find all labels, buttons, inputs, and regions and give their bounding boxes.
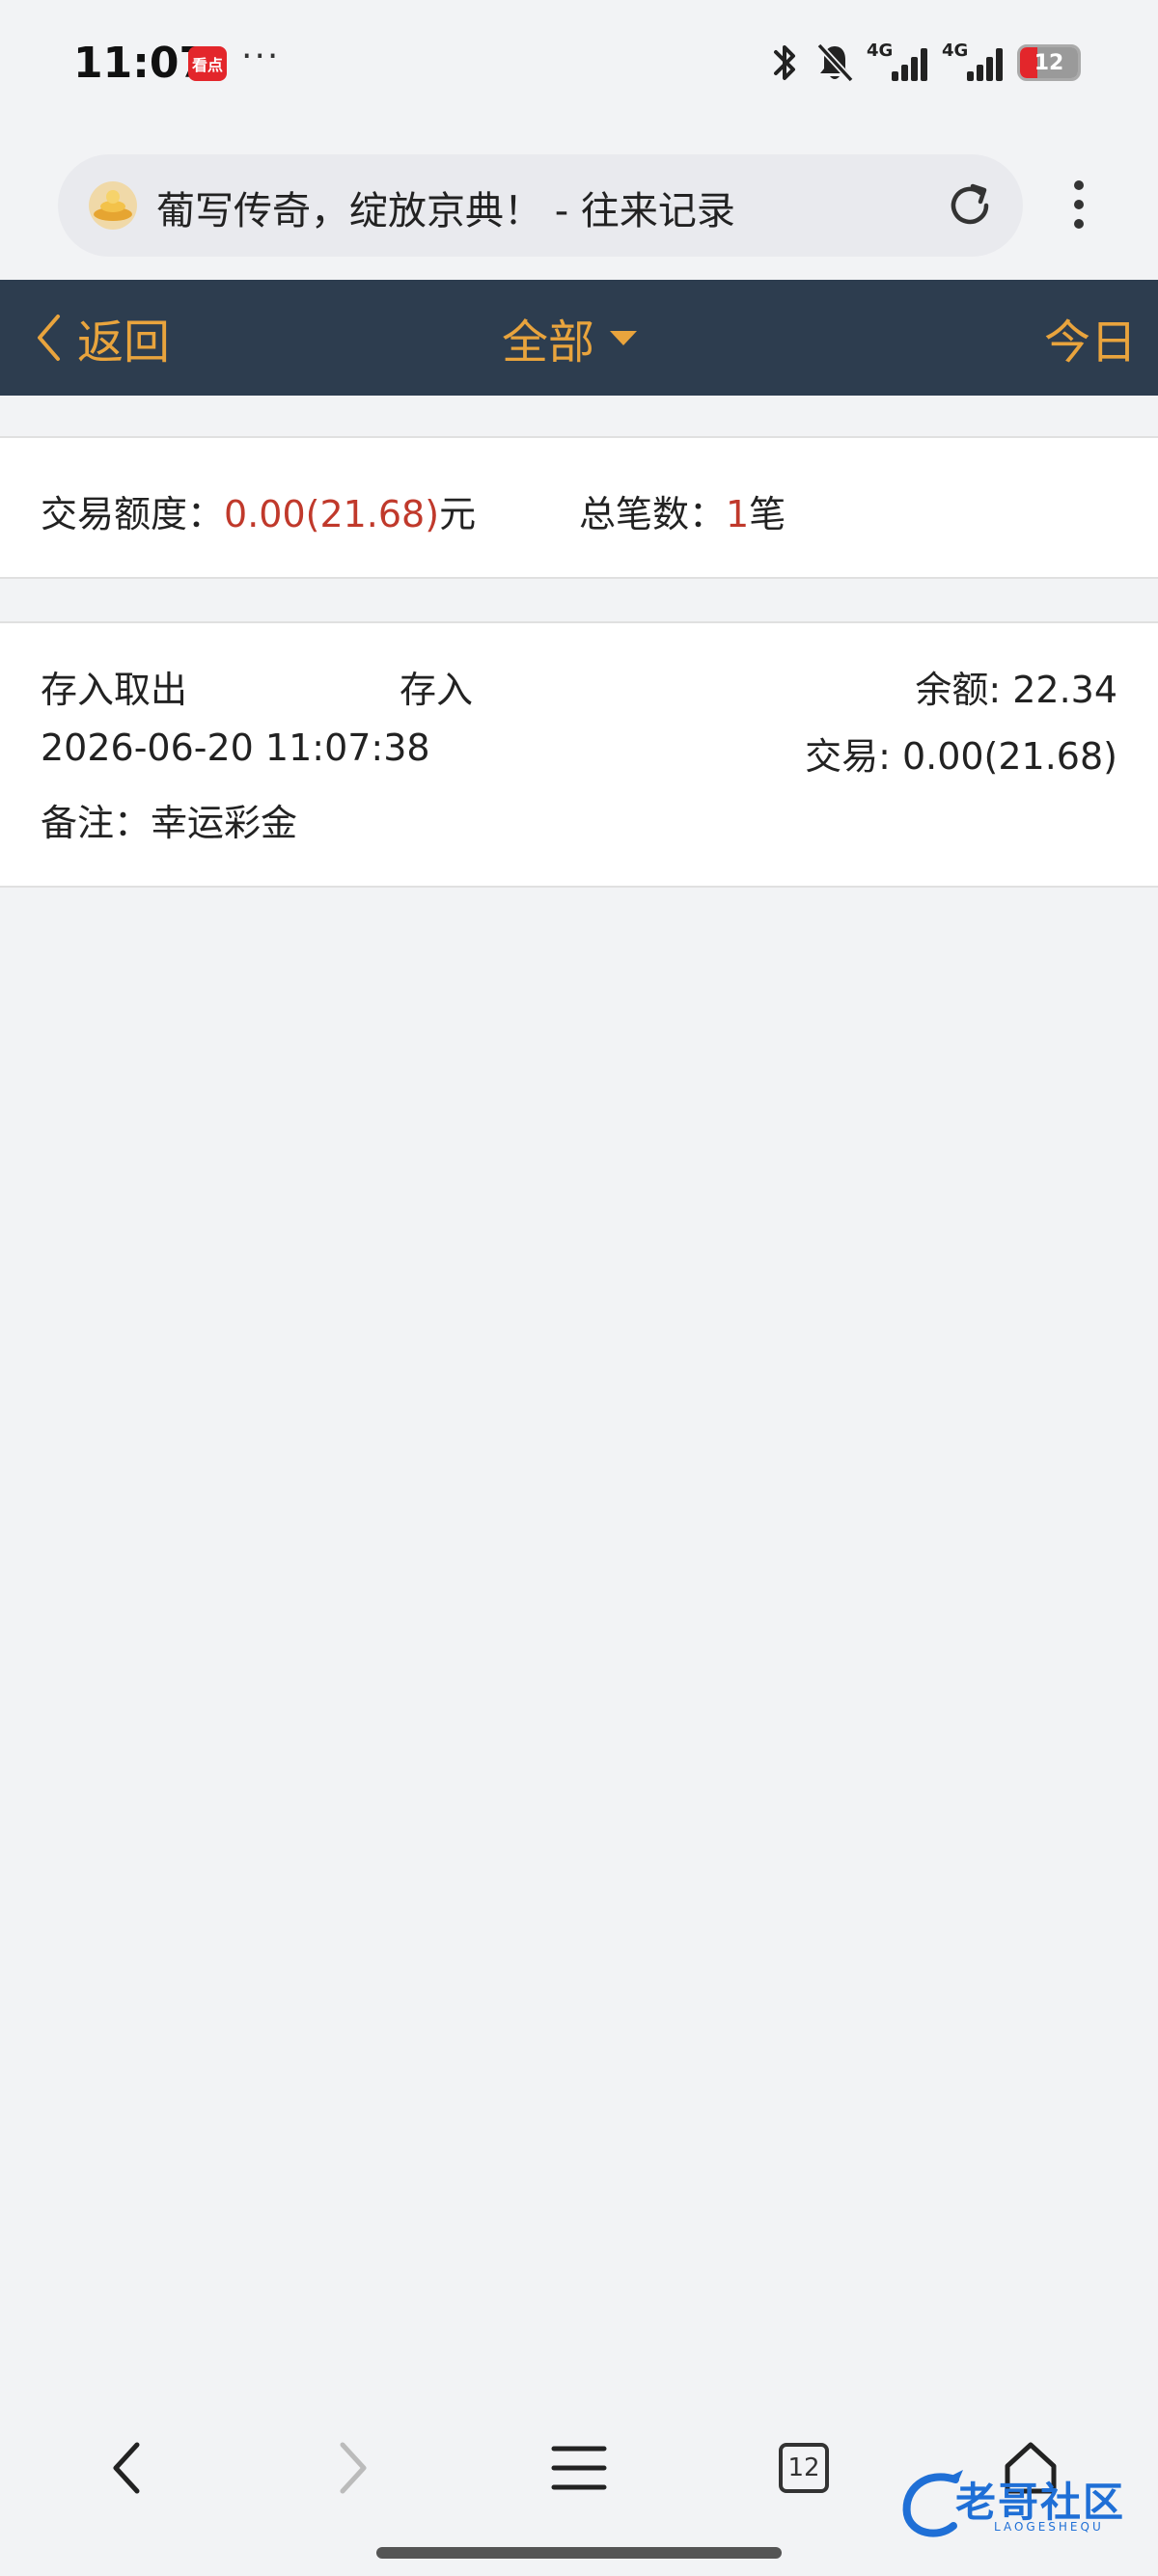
summary-panel: 交易额度：0.00(21.68)元 总笔数：1笔 <box>0 436 1158 579</box>
menu-icon <box>551 2446 607 2490</box>
network-type-1: 4G <box>867 41 894 61</box>
amount-value: 0.00(21.68) <box>224 493 440 535</box>
filter-label: 全部 <box>502 315 595 370</box>
caret-down-icon <box>610 331 638 345</box>
network-type-2: 4G <box>942 41 969 61</box>
status-bar: 11:07 看点 ··· 4G 4G 12 <box>0 0 1158 131</box>
status-icons: 4G 4G 12 <box>768 39 1081 87</box>
battery-percentage: 12 <box>1034 50 1064 75</box>
arrow-right-icon <box>340 2442 367 2494</box>
list-item[interactable]: 存入取出 存入 余额: 22.34 2026-06-20 11:07:38 交易… <box>0 621 1158 888</box>
arrow-left-icon <box>113 2442 140 2494</box>
transaction-amount: 交易额度：0.00(21.68)元 <box>41 484 476 537</box>
app-header: 返回 全部 今日 <box>0 280 1158 396</box>
battery-icon: 12 <box>1017 44 1081 81</box>
reload-icon[interactable] <box>942 178 998 233</box>
count-label: 总笔数： <box>579 493 727 535</box>
count-value: 1 <box>726 493 750 535</box>
bluetooth-icon <box>774 45 795 80</box>
signal-1-icon: 4G <box>867 41 930 85</box>
back-label: 返回 <box>77 315 171 370</box>
watermark-logo: 老哥社区 LAOGESHEQU <box>897 2466 1139 2547</box>
more-options-icon[interactable] <box>1058 176 1100 233</box>
gesture-bar[interactable] <box>376 2547 782 2559</box>
amount-label: 交易额度： <box>41 493 225 535</box>
record-note: 备注：幸运彩金 <box>41 802 298 844</box>
nav-menu-button[interactable] <box>540 2429 618 2507</box>
today-button[interactable]: 今日 <box>1044 305 1137 370</box>
mute-bell-icon <box>816 42 854 83</box>
amount-unit: 元 <box>439 493 477 535</box>
back-button[interactable]: 返回 <box>35 305 170 370</box>
record-balance: 余额: 22.34 <box>915 669 1117 711</box>
page-title: 葡写传奇，绽放京典！ - 往来记录 <box>156 189 735 233</box>
count-unit: 笔 <box>749 493 786 535</box>
record-transaction: 交易: 0.00(21.68) <box>805 735 1117 778</box>
address-bar[interactable]: 葡写传奇，绽放京典！ - 往来记录 <box>58 154 1023 257</box>
news-app-icon: 看点 <box>188 46 227 81</box>
watermark-subtext: LAOGESHEQU <box>994 2520 1104 2534</box>
record-datetime: 2026-06-20 11:07:38 <box>41 726 430 769</box>
site-favicon-icon <box>89 181 137 230</box>
filter-dropdown[interactable]: 全部 <box>502 305 639 370</box>
nav-tabs-button[interactable]: 12 <box>765 2429 842 2507</box>
signal-2-icon: 4G <box>942 41 1006 85</box>
nav-back-button[interactable] <box>89 2429 166 2507</box>
today-label: 今日 <box>1043 315 1137 370</box>
nav-forward-button[interactable] <box>314 2429 391 2507</box>
tabs-count: 12 <box>779 2443 829 2493</box>
record-category: 存入取出 <box>41 669 188 711</box>
record-type: 存入 <box>400 669 474 711</box>
more-notifications-icon: ··· <box>241 37 281 76</box>
chevron-left-icon <box>38 315 60 361</box>
transaction-count: 总笔数：1笔 <box>579 484 786 537</box>
